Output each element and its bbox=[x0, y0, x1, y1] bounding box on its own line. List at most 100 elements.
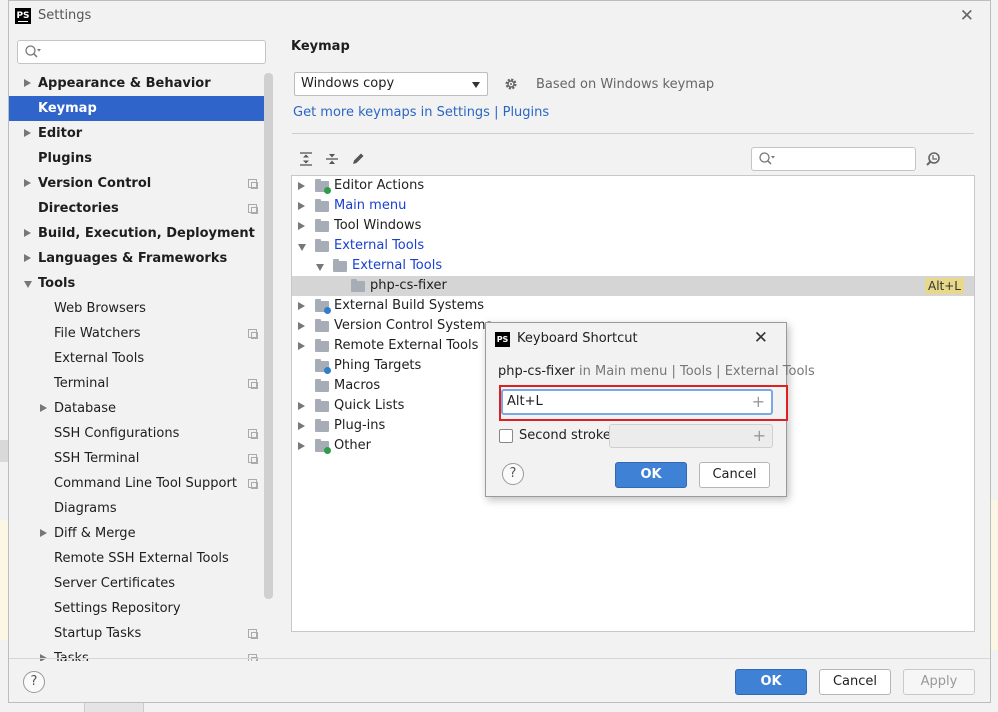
chevron-right-icon[interactable] bbox=[24, 254, 31, 262]
cancel-button[interactable]: Cancel bbox=[819, 669, 891, 695]
apply-button[interactable]: Apply bbox=[903, 669, 975, 695]
sidebar-item[interactable]: Plugins bbox=[9, 146, 271, 171]
sidebar-item-label: Terminal bbox=[54, 376, 109, 391]
chevron-right-icon[interactable] bbox=[298, 322, 305, 330]
keymap-search-input[interactable] bbox=[751, 147, 916, 171]
folder-icon bbox=[315, 319, 329, 332]
sidebar-item[interactable]: Appearance & Behavior bbox=[9, 71, 271, 96]
sidebar-item[interactable]: Command Line Tool Support bbox=[9, 471, 271, 496]
sidebar-item[interactable]: Diagrams bbox=[9, 496, 271, 521]
dialog-cancel-button[interactable]: Cancel bbox=[699, 462, 770, 488]
folder-icon bbox=[333, 259, 347, 272]
background-editor-edge bbox=[0, 520, 8, 640]
chevron-right-icon[interactable] bbox=[24, 79, 31, 87]
sidebar-item-label: Build, Execution, Deployment bbox=[38, 226, 255, 241]
sidebar-item[interactable]: File Watchers bbox=[9, 321, 271, 346]
folder-icon bbox=[315, 379, 329, 392]
chevron-right-icon[interactable] bbox=[298, 182, 305, 190]
sidebar-item[interactable]: Server Certificates bbox=[9, 571, 271, 596]
find-by-shortcut-icon[interactable] bbox=[925, 151, 943, 169]
edit-pencil-icon[interactable] bbox=[350, 151, 366, 167]
sidebar-item[interactable]: Languages & Frameworks bbox=[9, 246, 271, 271]
close-icon[interactable]: ✕ bbox=[754, 328, 768, 348]
background-editor-edge-right bbox=[991, 500, 998, 650]
chevron-right-icon[interactable] bbox=[40, 529, 47, 537]
sidebar-item[interactable]: Version Control bbox=[9, 171, 271, 196]
chevron-right-icon[interactable] bbox=[24, 129, 31, 137]
folder-icon bbox=[315, 199, 329, 212]
chevron-right-icon[interactable] bbox=[298, 422, 305, 430]
sidebar-item[interactable]: SSH Terminal bbox=[9, 446, 271, 471]
chevron-right-icon[interactable] bbox=[24, 229, 31, 237]
based-on-text: Based on Windows keymap bbox=[536, 77, 715, 92]
sidebar-item[interactable]: Editor bbox=[9, 121, 271, 146]
sidebar-item[interactable]: Directories bbox=[9, 196, 271, 221]
keymap-select[interactable]: Windows copy bbox=[294, 72, 488, 96]
sidebar-item[interactable]: Build, Execution, Deployment bbox=[9, 221, 271, 246]
chevron-right-icon[interactable] bbox=[298, 222, 305, 230]
tree-node-label: External Tools bbox=[352, 258, 443, 273]
sidebar-item[interactable]: Startup Tasks bbox=[9, 621, 271, 646]
sidebar-item[interactable]: Terminal bbox=[9, 371, 271, 396]
tree-node[interactable]: php-cs-fixer Alt+L bbox=[292, 276, 974, 296]
chevron-down-icon[interactable] bbox=[298, 244, 306, 251]
chevron-right-icon[interactable] bbox=[24, 179, 31, 187]
expand-all-icon[interactable] bbox=[298, 151, 314, 167]
get-more-keymaps-link[interactable]: Get more keymaps in Settings | Plugins bbox=[293, 105, 549, 120]
tree-node-label: Main menu bbox=[334, 198, 407, 213]
chevron-right-icon[interactable] bbox=[298, 202, 305, 210]
plus-icon[interactable]: + bbox=[753, 425, 766, 447]
sidebar-item-label: Directories bbox=[38, 201, 119, 216]
project-scope-icon bbox=[248, 479, 258, 489]
project-scope-icon bbox=[248, 454, 258, 464]
sidebar-item[interactable]: Settings Repository bbox=[9, 596, 271, 621]
tree-node-label: Remote External Tools bbox=[334, 338, 479, 353]
chevron-down-icon[interactable] bbox=[24, 281, 32, 288]
chevron-right-icon[interactable] bbox=[298, 342, 305, 350]
path-part: Tools bbox=[679, 364, 713, 379]
ok-button[interactable]: OK bbox=[735, 669, 807, 695]
plus-icon[interactable]: + bbox=[752, 391, 765, 413]
dialog-ok-button[interactable]: OK bbox=[615, 462, 687, 488]
sidebar-scrollbar[interactable] bbox=[264, 73, 273, 599]
help-button[interactable]: ? bbox=[502, 463, 524, 485]
settings-search-input[interactable] bbox=[17, 40, 266, 64]
folder-badge-icon bbox=[324, 307, 331, 314]
sidebar-item-label: Tools bbox=[38, 276, 76, 291]
tree-node[interactable]: Tool Windows bbox=[292, 216, 974, 236]
second-stroke-checkbox[interactable] bbox=[499, 429, 513, 443]
collapse-all-icon[interactable] bbox=[324, 151, 340, 167]
sidebar-item-label: Remote SSH External Tools bbox=[54, 551, 229, 566]
search-icon bbox=[759, 152, 775, 165]
second-stroke-input[interactable]: + bbox=[609, 424, 773, 448]
dialog-title: Keyboard Shortcut bbox=[517, 331, 638, 346]
sidebar-item[interactable]: Keymap bbox=[9, 96, 271, 121]
sidebar-item-label: Diagrams bbox=[54, 501, 117, 516]
gear-icon[interactable] bbox=[504, 77, 518, 91]
chevron-down-icon[interactable] bbox=[316, 264, 324, 271]
sidebar-item[interactable]: Tools bbox=[9, 271, 271, 296]
tree-node[interactable]: External Build Systems bbox=[292, 296, 974, 316]
sidebar-item[interactable]: Remote SSH External Tools bbox=[9, 546, 271, 571]
sidebar-item[interactable]: Diff & Merge bbox=[9, 521, 271, 546]
sidebar-item[interactable]: External Tools bbox=[9, 346, 271, 371]
sidebar-item[interactable]: Web Browsers bbox=[9, 296, 271, 321]
sidebar-item-label: Database bbox=[54, 401, 117, 416]
chevron-right-icon[interactable] bbox=[298, 402, 305, 410]
chevron-right-icon[interactable] bbox=[298, 302, 305, 310]
project-scope-icon bbox=[248, 329, 258, 339]
sidebar-item-label: Version Control bbox=[38, 176, 152, 191]
sidebar-item[interactable]: SSH Configurations bbox=[9, 421, 271, 446]
action-name: php-cs-fixer bbox=[498, 364, 575, 379]
first-stroke-input[interactable]: Alt+L + bbox=[501, 389, 773, 415]
close-icon[interactable]: ✕ bbox=[960, 6, 974, 26]
sidebar-item[interactable]: Database bbox=[9, 396, 271, 421]
action-path: php-cs-fixer in Main menu | Tools | Exte… bbox=[498, 364, 815, 379]
tree-node[interactable]: Editor Actions bbox=[292, 176, 974, 196]
tree-node[interactable]: External Tools bbox=[292, 236, 974, 256]
help-button[interactable]: ? bbox=[23, 671, 45, 693]
chevron-right-icon[interactable] bbox=[298, 442, 305, 450]
tree-node[interactable]: External Tools bbox=[292, 256, 974, 276]
tree-node[interactable]: Main menu bbox=[292, 196, 974, 216]
chevron-right-icon[interactable] bbox=[40, 404, 47, 412]
